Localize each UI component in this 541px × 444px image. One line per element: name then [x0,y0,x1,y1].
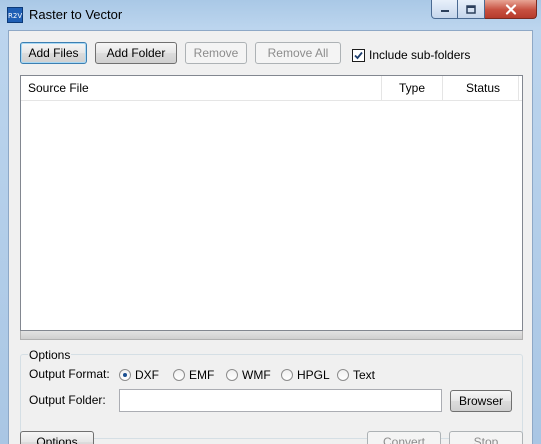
minimize-icon [440,10,449,12]
include-subfolders-label: Include sub-folders [369,48,471,62]
file-list-header: Source File Type Status [21,76,522,101]
window-title: Raster to Vector [29,7,123,22]
format-option-emf[interactable]: EMF [173,368,214,382]
close-icon [505,3,516,15]
output-folder-input[interactable] [119,389,442,412]
radio-button[interactable] [173,369,185,381]
include-subfolders-option[interactable]: Include sub-folders [352,47,470,63]
add-folder-button[interactable]: Add Folder [95,42,177,64]
remove-all-button[interactable]: Remove All [255,42,341,64]
app-window: R2V Raster to Vector Add Files Add Folde… [0,0,541,444]
radio-label: HPGL [297,368,330,382]
column-divider[interactable] [381,76,382,100]
close-button[interactable] [485,0,537,19]
output-folder-label: Output Folder: [29,393,106,407]
format-option-hpgl[interactable]: HPGL [281,368,330,382]
radio-button[interactable] [281,369,293,381]
browse-button[interactable]: Browser [450,390,512,412]
radio-button[interactable] [119,369,131,381]
options-button[interactable]: Options [20,431,94,444]
caption-buttons [431,0,537,20]
column-type[interactable]: Type [399,76,425,100]
radio-button[interactable] [337,369,349,381]
radio-label: DXF [135,368,159,382]
column-source-file[interactable]: Source File [28,76,89,100]
format-option-dxf[interactable]: DXF [119,368,159,382]
client-area: Add Files Add Folder Remove Remove All I… [8,30,533,444]
file-list[interactable]: Source File Type Status [20,75,523,331]
horizontal-scrollbar[interactable] [20,331,523,340]
title-bar[interactable]: R2V Raster to Vector [0,0,541,30]
radio-label: EMF [189,368,215,382]
convert-button[interactable]: Convert [367,431,441,444]
column-status[interactable]: Status [466,76,500,100]
maximize-button[interactable] [458,0,485,19]
radio-label: WMF [242,368,271,382]
add-files-button[interactable]: Add Files [20,42,87,64]
radio-button[interactable] [226,369,238,381]
minimize-button[interactable] [431,0,458,19]
maximize-icon [466,4,476,14]
include-subfolders-checkbox[interactable] [352,48,365,62]
radio-label: Text [353,368,376,382]
remove-button[interactable]: Remove [185,42,247,64]
checkmark-icon [354,51,363,59]
column-divider[interactable] [442,76,443,100]
format-option-text[interactable]: Text [337,368,375,382]
app-icon: R2V [7,7,23,23]
output-format-label: Output Format: [29,367,110,381]
format-option-wmf[interactable]: WMF [226,368,271,382]
stop-button[interactable]: Stop [449,431,523,444]
column-divider[interactable] [518,76,519,100]
options-group-label: Options [28,348,72,362]
